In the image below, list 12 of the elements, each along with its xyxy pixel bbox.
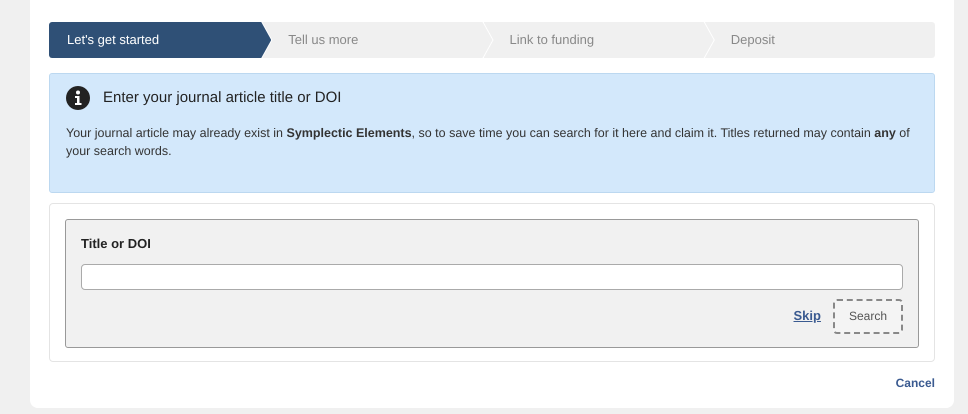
info-title: Enter your journal article title or DOI	[103, 88, 342, 108]
info-text: Your journal article may already exist in Symplectic Elements, so to save time you can search for it here and claim it. Titles returned may contain any of your search words.	[66, 125, 911, 160]
skip-link[interactable]: Skip	[794, 306, 821, 326]
info-icon	[66, 86, 90, 110]
cancel-link[interactable]: Cancel	[896, 374, 935, 392]
step-tab[interactable]: Let's get started	[49, 22, 272, 58]
step-tab[interactable]: Deposit	[704, 22, 935, 58]
step-tab[interactable]: Link to funding	[484, 22, 714, 58]
title-input[interactable]	[81, 264, 903, 290]
search-button[interactable]: Search	[832, 298, 903, 334]
step-tab[interactable]: Tell us more	[262, 22, 492, 58]
field-label: Title or DOI	[81, 235, 152, 253]
